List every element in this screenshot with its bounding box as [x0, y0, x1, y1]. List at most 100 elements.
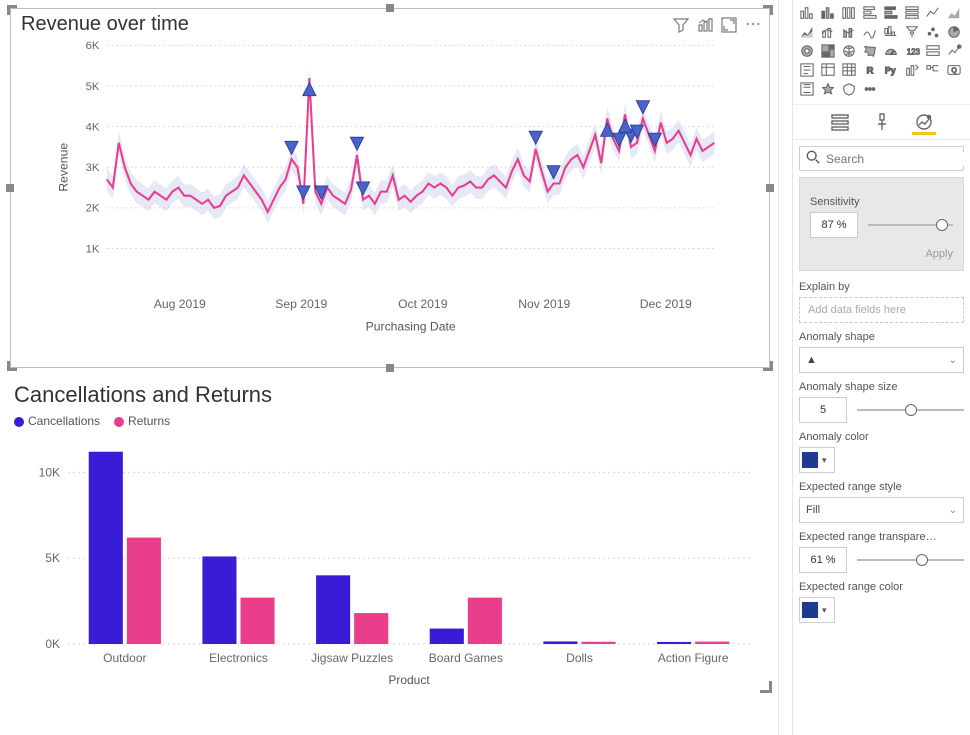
drill-icon[interactable] [697, 17, 713, 33]
svg-text:123: 123 [907, 48, 920, 57]
viz-column[interactable] [860, 4, 880, 22]
viz-more-visuals[interactable] [860, 80, 880, 98]
anomaly-color-picker[interactable]: ▾ [799, 447, 835, 473]
svg-text:Dec 2019: Dec 2019 [640, 297, 692, 311]
viz-filledmap[interactable] [860, 42, 880, 60]
viz-apps[interactable] [818, 80, 838, 98]
viz-treemap[interactable] [818, 42, 838, 60]
anomaly-shape-select[interactable]: ▲⌄ [799, 347, 964, 373]
viz-waterfall[interactable] [881, 23, 901, 41]
shape-size-value[interactable]: 5 [799, 397, 847, 423]
range-transparency-value[interactable]: 61 % [799, 547, 847, 573]
viz-area-stacked[interactable] [797, 23, 817, 41]
viz-r-visual[interactable]: R [860, 61, 880, 79]
visual-title: Cancellations and Returns [10, 382, 770, 408]
filter-icon[interactable] [673, 17, 689, 33]
viz-gallery: 123 R Py Q [793, 0, 970, 105]
resize-handle[interactable] [763, 361, 773, 371]
prop-label-shape-size: Anomaly shape size [799, 381, 964, 393]
sensitivity-card: Sensitivity 87 % Apply [799, 177, 964, 271]
tab-format[interactable] [870, 111, 894, 135]
viz-key-influencers[interactable] [902, 61, 922, 79]
svg-text:R: R [867, 66, 874, 77]
svg-text:Jigsaw Puzzles: Jigsaw Puzzles [311, 651, 393, 665]
resize-handle[interactable] [766, 184, 774, 192]
svg-text:Electronics: Electronics [209, 651, 268, 665]
search-box[interactable] [799, 146, 964, 171]
prop-label-explain: Explain by [799, 281, 964, 293]
viz-kpi[interactable] [944, 42, 964, 60]
svg-text:3K: 3K [86, 162, 100, 174]
svg-text:Revenue: Revenue [57, 143, 71, 192]
resize-handle[interactable] [7, 5, 17, 15]
viz-table[interactable] [818, 61, 838, 79]
report-canvas[interactable]: Revenue over time ⋯ 1K2K3K4K5K6KRevenueA… [0, 0, 778, 735]
chevron-down-icon: ⌄ [949, 505, 957, 516]
viz-line-bar2[interactable] [839, 23, 859, 41]
focus-mode-icon[interactable] [721, 17, 737, 33]
svg-text:Aug 2019: Aug 2019 [154, 297, 206, 311]
range-transparency-slider[interactable] [857, 548, 964, 572]
viz-line-bar[interactable] [818, 23, 838, 41]
sensitivity-slider[interactable] [868, 213, 953, 237]
viz-bar100[interactable] [839, 4, 859, 22]
svg-text:Product: Product [388, 673, 430, 687]
legend-item[interactable]: Cancellations [14, 414, 100, 428]
svg-text:5K: 5K [45, 551, 60, 565]
prop-label-sensitivity: Sensitivity [810, 196, 953, 208]
visual-tile-cancellations[interactable]: Cancellations and Returns Cancellations … [10, 382, 770, 691]
viz-arcgis[interactable] [839, 80, 859, 98]
search-input[interactable] [826, 152, 970, 166]
range-color-picker[interactable]: ▾ [799, 597, 835, 623]
bar-chart: 0K5K10KOutdoorElectronicsJigsaw PuzzlesB… [10, 428, 770, 688]
viz-qa[interactable]: Q [944, 61, 964, 79]
tab-fields[interactable] [828, 111, 852, 135]
apply-button[interactable]: Apply [925, 248, 953, 260]
chevron-down-icon: ▾ [822, 455, 827, 466]
viz-paginated[interactable] [797, 80, 817, 98]
viz-line[interactable] [923, 4, 943, 22]
legend-item[interactable]: Returns [114, 414, 170, 428]
resize-handle[interactable] [763, 5, 773, 15]
collapsed-pane[interactable] [778, 0, 792, 735]
viz-donut[interactable] [797, 42, 817, 60]
viz-area[interactable] [944, 4, 964, 22]
svg-text:10K: 10K [39, 465, 60, 479]
svg-text:Outdoor: Outdoor [103, 651, 146, 665]
viz-pie[interactable] [944, 23, 964, 41]
viz-py-visual[interactable]: Py [881, 61, 901, 79]
resize-handle[interactable] [7, 361, 17, 371]
viz-funnel[interactable] [902, 23, 922, 41]
viz-matrix[interactable] [839, 61, 859, 79]
svg-text:Action Figure: Action Figure [658, 651, 729, 665]
viz-gauge[interactable] [881, 42, 901, 60]
visual-tile-revenue[interactable]: Revenue over time ⋯ 1K2K3K4K5K6KRevenueA… [10, 8, 770, 368]
resize-handle[interactable] [386, 364, 394, 372]
properties-scroll[interactable]: Sensitivity 87 % Apply Explain by Add da… [793, 177, 970, 731]
resize-handle[interactable] [6, 184, 14, 192]
viz-scatter[interactable] [923, 23, 943, 41]
resize-handle[interactable] [760, 681, 772, 693]
viz-slicer[interactable] [797, 61, 817, 79]
viz-ribbon[interactable] [860, 23, 880, 41]
viz-column-stacked[interactable] [881, 4, 901, 22]
viz-barstacked[interactable] [797, 4, 817, 22]
sensitivity-value[interactable]: 87 % [810, 212, 858, 238]
more-options-icon[interactable]: ⋯ [745, 17, 761, 33]
viz-barclustered[interactable] [818, 4, 838, 22]
resize-handle[interactable] [386, 4, 394, 12]
range-style-select[interactable]: Fill⌄ [799, 497, 964, 523]
viz-map[interactable] [839, 42, 859, 60]
viz-decomposition[interactable] [923, 61, 943, 79]
prop-label-shape: Anomaly shape [799, 331, 964, 343]
svg-text:Sep 2019: Sep 2019 [275, 297, 327, 311]
viz-card[interactable]: 123 [902, 42, 922, 60]
viz-multi-card[interactable] [923, 42, 943, 60]
explain-by-well[interactable]: Add data fields here [799, 297, 964, 323]
tab-analytics[interactable] [912, 111, 936, 135]
viz-column100[interactable] [902, 4, 922, 22]
svg-text:Dolls: Dolls [566, 651, 593, 665]
shape-size-slider[interactable] [857, 398, 964, 422]
prop-label-range-color: Expected range color [799, 581, 964, 593]
svg-text:Q: Q [951, 68, 957, 75]
